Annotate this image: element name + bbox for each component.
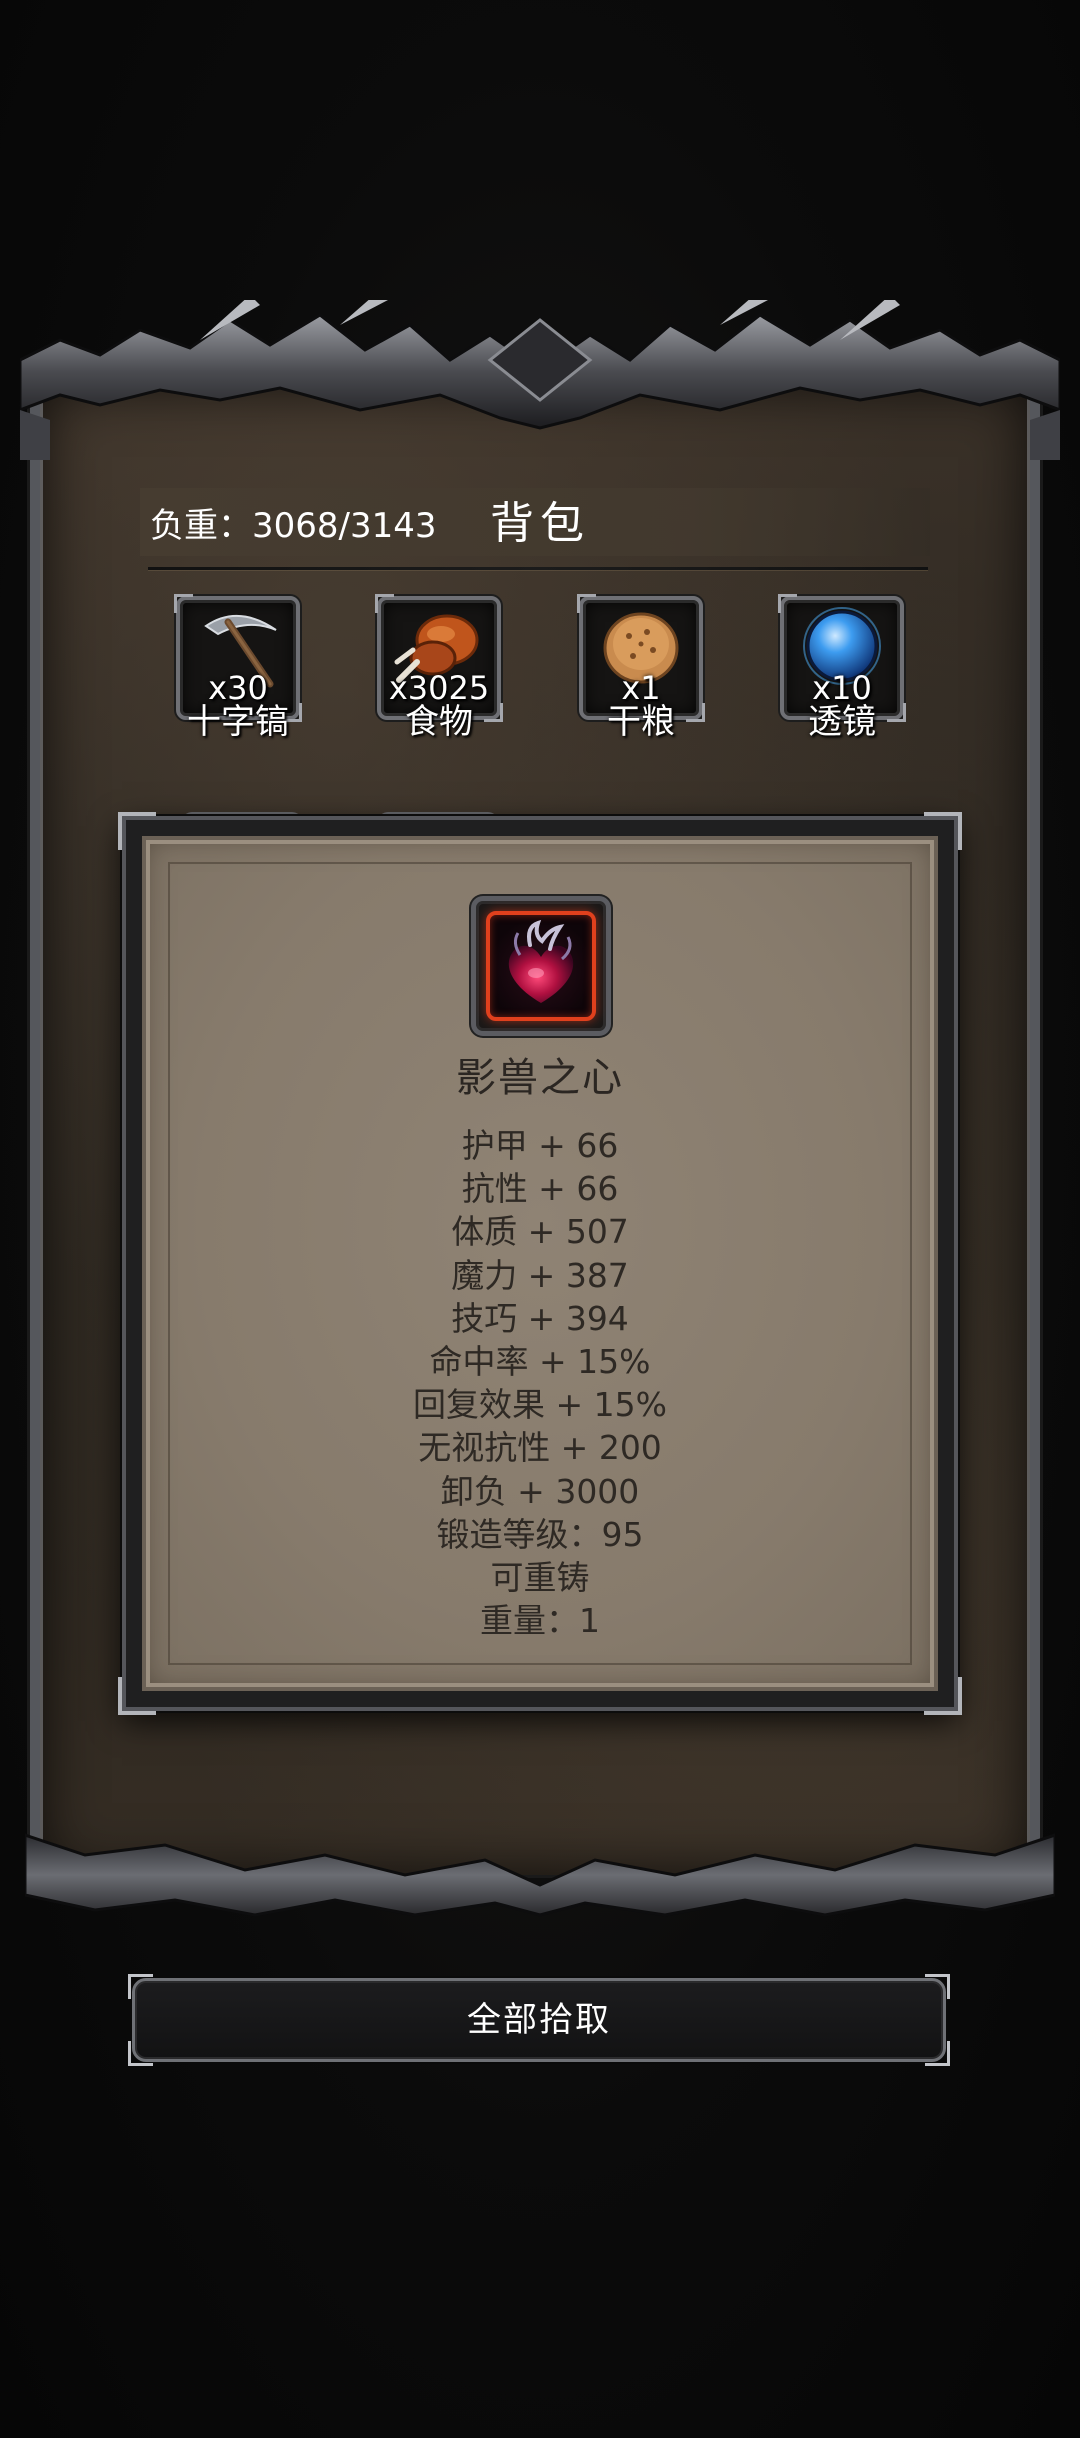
header-divider [148, 567, 928, 570]
page-title: 背包 [490, 498, 590, 549]
slot-item-name: 十字镐 [187, 702, 289, 742]
item-stat: 体质 + 507 [451, 1212, 629, 1252]
inventory-slot-pickaxe[interactable]: x30 十字镐 [174, 594, 302, 742]
item-stat: 可重铸 [490, 1557, 590, 1597]
item-stat: 技巧 + 394 [451, 1298, 629, 1338]
ornate-frame-bottom [25, 1833, 1055, 1917]
inventory-slot-food[interactable]: x3025 食物 [375, 594, 503, 742]
slot-item-name: 干粮 [607, 702, 675, 742]
item-stat: 重量：1 [480, 1601, 600, 1641]
item-stat: 命中率 + 15% [429, 1341, 651, 1381]
item-stat: 抗性 + 66 [461, 1169, 619, 1209]
item-icon-frame [471, 896, 611, 1036]
slot-item-name: 透镜 [808, 702, 876, 742]
item-stat: 回复效果 + 15% [413, 1385, 667, 1425]
item-stat: 无视抗性 + 200 [418, 1428, 662, 1468]
item-name: 影兽之心 [456, 1055, 624, 1101]
slot-item-name: 食物 [405, 702, 473, 742]
item-stat: 锻造等级：95 [436, 1514, 644, 1554]
item-stat: 护甲 + 66 [461, 1126, 619, 1165]
inventory-slot-lens[interactable]: x10 透镜 [778, 594, 906, 742]
shadow-beast-heart-icon [508, 919, 574, 1003]
item-stat: 魔力 + 387 [451, 1255, 629, 1295]
pickup-all-button[interactable]: 全部拾取 [128, 1974, 950, 2066]
game-screen: 负重：3068/3143 背包 x30 十字镐 x3025 食物 x1 干粮 x… [0, 0, 1080, 2438]
item-stats-list: 护甲 + 66 抗性 + 66 体质 + 507 魔力 + 387 技巧 + 3… [126, 1124, 954, 1642]
item-tooltip: 影兽之心 护甲 + 66 抗性 + 66 体质 + 507 魔力 + 387 技… [118, 812, 962, 1715]
ornate-frame-top [20, 300, 1060, 460]
carry-weight-label: 负重：3068/3143 [150, 506, 437, 546]
item-stat: 卸负 + 3000 [440, 1471, 640, 1511]
pickup-all-label: 全部拾取 [467, 2000, 611, 2040]
inventory-slot-rations[interactable]: x1 干粮 [577, 594, 705, 742]
